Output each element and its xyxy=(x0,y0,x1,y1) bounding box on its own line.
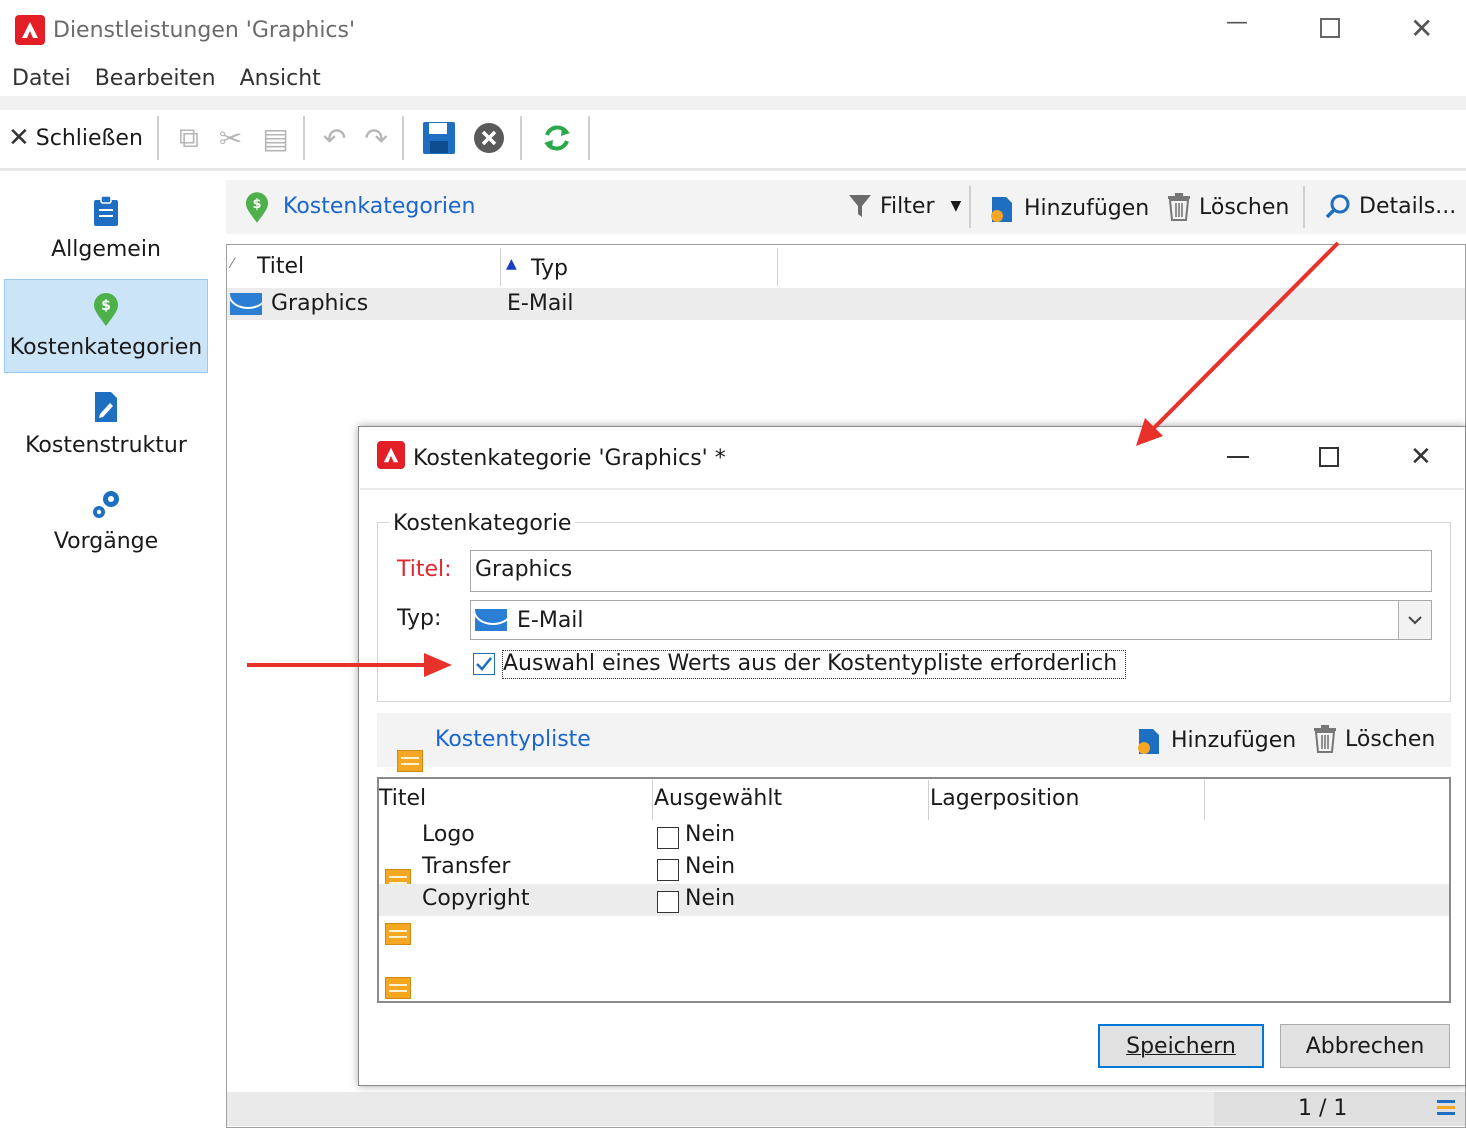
arrow-to-dialog xyxy=(1148,241,1340,434)
arrow-to-checkbox-head xyxy=(424,653,452,677)
annotation-arrows xyxy=(247,241,1340,677)
